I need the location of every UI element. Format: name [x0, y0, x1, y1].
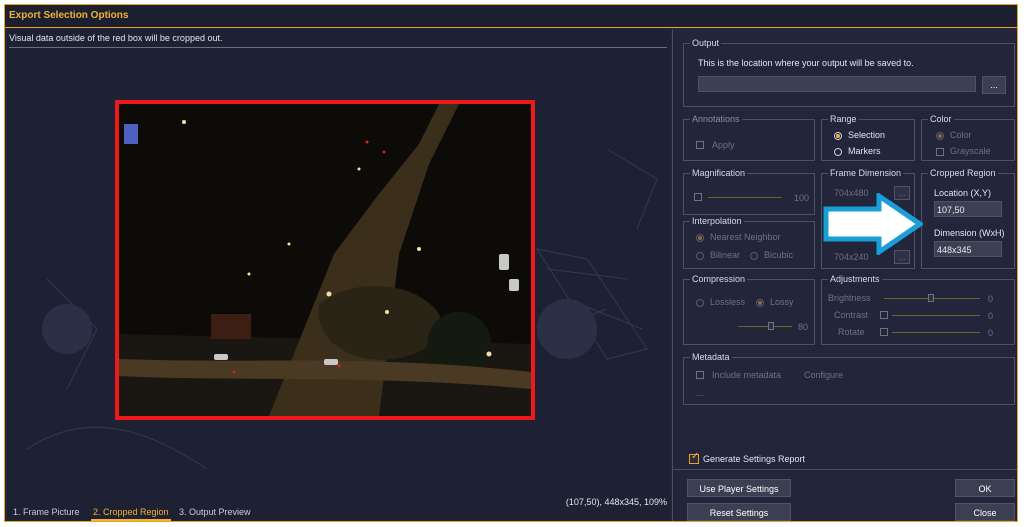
callout-arrow-icon	[823, 193, 923, 255]
dimension-input[interactable]: 448x345	[934, 241, 1002, 257]
magnification-group: Magnification 100	[683, 168, 815, 215]
footer-divider	[673, 469, 1017, 470]
interpolation-nearest-label: Nearest Neighbor	[710, 232, 781, 242]
rotate-label: Rotate	[838, 327, 865, 337]
color-grayscale-radio[interactable]	[936, 148, 944, 156]
interpolation-bilinear-radio[interactable]	[696, 252, 704, 260]
output-path-input[interactable]	[698, 76, 976, 92]
cropped-video-frame[interactable]	[115, 100, 535, 420]
rotate-value: 0	[988, 328, 994, 338]
compression-quality-track[interactable]	[738, 326, 792, 327]
tab-cropped-region[interactable]: 2. Cropped Region	[93, 507, 169, 517]
apply-annotations-checkbox[interactable]	[696, 141, 704, 149]
contrast-checkbox[interactable]	[880, 311, 888, 319]
metadata-label: Metadata	[690, 352, 732, 362]
tab-frame-picture[interactable]: 1. Frame Picture	[13, 507, 80, 517]
compression-quality-handle[interactable]	[768, 322, 774, 330]
interpolation-label: Interpolation	[690, 216, 744, 226]
range-label: Range	[828, 114, 859, 124]
location-label: Location (X,Y)	[934, 188, 992, 198]
export-dialog: Export Selection Options Visual data out…	[4, 4, 1018, 522]
magnification-checkbox[interactable]	[694, 193, 702, 201]
range-markers-radio[interactable]	[834, 148, 842, 156]
annotations-label: Annotations	[690, 114, 742, 124]
brightness-label: Brightness	[828, 293, 871, 303]
annotations-group: Annotations Apply	[683, 114, 815, 161]
magnification-label: Magnification	[690, 168, 748, 178]
compression-lossy-label: Lossy	[770, 297, 794, 307]
brightness-value: 0	[988, 294, 994, 304]
settings-panel: Output This is the location where your o…	[673, 29, 1017, 521]
brightness-slider-handle[interactable]	[928, 294, 934, 302]
configure-metadata-button[interactable]: Configure	[804, 370, 843, 380]
metadata-group: Metadata Include metadata Configure ...	[683, 352, 1015, 405]
generate-report-label: Generate Settings Report	[703, 454, 806, 464]
include-metadata-checkbox[interactable]	[696, 371, 704, 379]
contrast-label: Contrast	[834, 310, 869, 320]
location-input[interactable]: 107,50	[934, 201, 1002, 217]
color-grayscale-label: Grayscale	[950, 146, 991, 156]
compression-lossless-label: Lossless	[710, 297, 746, 307]
apply-annotations-label: Apply	[712, 140, 735, 150]
tab-output-preview[interactable]: 3. Output Preview	[179, 507, 251, 517]
output-label: Output	[690, 38, 722, 48]
generate-report-checkbox[interactable]: ✓	[689, 451, 700, 464]
rotate-checkbox[interactable]	[880, 328, 888, 336]
compression-quality-value: 80	[798, 322, 809, 332]
checkmark-icon: ✓	[691, 451, 700, 462]
contrast-value: 0	[988, 311, 994, 321]
contrast-slider-track[interactable]	[892, 315, 980, 316]
adjustments-group: Adjustments Brightness 0 Contrast 0 Rota…	[821, 274, 1015, 345]
title-bar: Export Selection Options	[5, 5, 1017, 28]
reset-settings-button[interactable]: Reset Settings	[687, 503, 791, 521]
close-button[interactable]: Close	[955, 503, 1015, 521]
color-color-label: Color	[950, 130, 972, 140]
dimension-label: Dimension (WxH)	[934, 228, 1005, 238]
cropped-region-label: Cropped Region	[928, 168, 998, 178]
compression-lossy-radio[interactable]	[756, 299, 764, 307]
cropped-region-group: Cropped Region Location (X,Y) 107,50 Dim…	[921, 168, 1015, 269]
hint-divider	[9, 47, 667, 48]
dialog-title: Export Selection Options	[9, 10, 129, 21]
output-group: Output This is the location where your o…	[683, 38, 1015, 107]
color-label: Color	[928, 114, 954, 124]
ok-button[interactable]: OK	[955, 479, 1015, 497]
interpolation-bilinear-label: Bilinear	[710, 250, 741, 260]
preview-tabs: 1. Frame Picture 2. Cropped Region 3. Ou…	[7, 503, 671, 521]
active-tab-indicator	[91, 519, 171, 521]
frame-dimension-label: Frame Dimension	[828, 168, 904, 178]
compression-label: Compression	[690, 274, 748, 284]
output-description: This is the location where your output w…	[698, 58, 914, 68]
range-selection-label: Selection	[848, 130, 886, 140]
interpolation-nearest-radio[interactable]	[696, 234, 704, 242]
rotate-slider-track[interactable]	[892, 332, 980, 333]
browse-button[interactable]: ...	[982, 76, 1006, 94]
range-group: Range Selection Markers	[821, 114, 915, 161]
interpolation-bicubic-label: Bicubic	[764, 250, 794, 260]
magnification-slider-track[interactable]	[708, 197, 782, 198]
crop-hint-text: Visual data outside of the red box will …	[9, 33, 223, 43]
include-metadata-label: Include metadata	[712, 370, 782, 380]
video-frame-image	[119, 104, 531, 416]
metadata-ellipsis: ...	[696, 388, 704, 398]
compression-group: Compression Lossless Lossy 80	[683, 274, 815, 345]
range-selection-radio[interactable]	[834, 132, 842, 140]
magnification-value: 100	[794, 193, 810, 203]
preview-panel: Visual data outside of the red box will …	[7, 29, 671, 521]
compression-lossless-radio[interactable]	[696, 299, 704, 307]
use-player-settings-button[interactable]: Use Player Settings	[687, 479, 791, 497]
interpolation-group: Interpolation Nearest Neighbor Bilinear …	[683, 216, 815, 269]
adjustments-label: Adjustments	[828, 274, 882, 284]
color-color-radio[interactable]	[936, 132, 944, 140]
color-group: Color Color Grayscale	[921, 114, 1015, 161]
range-markers-label: Markers	[848, 146, 881, 156]
interpolation-bicubic-radio[interactable]	[750, 252, 758, 260]
